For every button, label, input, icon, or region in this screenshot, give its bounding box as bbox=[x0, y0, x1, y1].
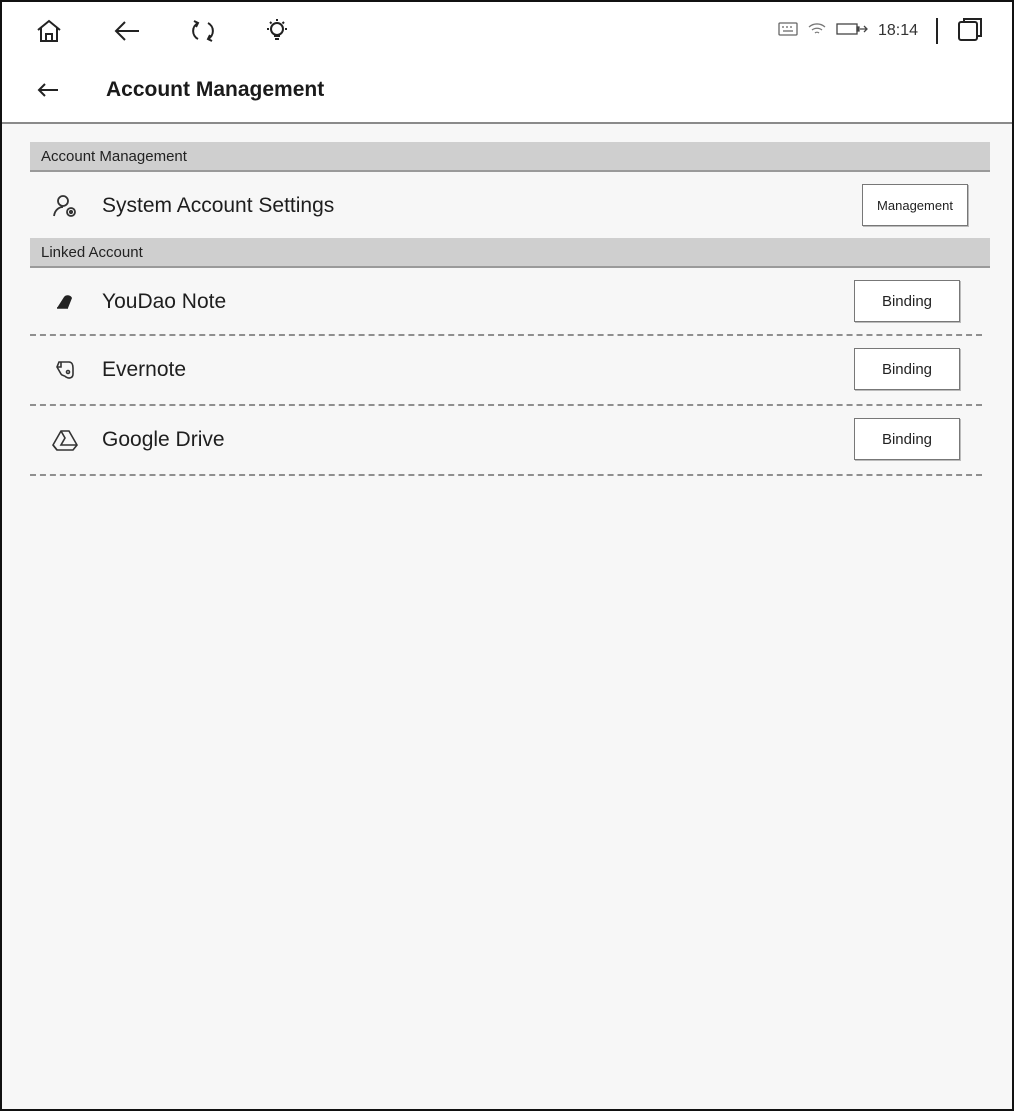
google-drive-icon bbox=[52, 427, 78, 453]
window-icon[interactable] bbox=[956, 16, 984, 47]
binding-button-evernote[interactable]: Binding bbox=[854, 348, 960, 390]
section-header-linked-account: Linked Account bbox=[30, 238, 990, 268]
item-label: Evernote bbox=[102, 358, 187, 381]
list-item-evernote[interactable]: Evernote Binding bbox=[30, 336, 982, 406]
status-area: 18:14 bbox=[778, 16, 984, 46]
status-time: 18:14 bbox=[877, 22, 918, 39]
title-bar: Account Management bbox=[2, 58, 1012, 124]
system-bar: 18:14 bbox=[2, 2, 1012, 58]
user-settings-icon bbox=[52, 193, 78, 219]
binding-button-youdao[interactable]: Binding bbox=[854, 280, 960, 322]
binding-button-google-drive[interactable]: Binding bbox=[854, 418, 960, 460]
settings-list: Account Management System Account Settin… bbox=[30, 142, 990, 476]
list-item-youdao-note[interactable]: YouDao Note Binding bbox=[30, 268, 982, 336]
app-window: 18:14 Account Management Account Managem… bbox=[0, 0, 1014, 1111]
section-header-account-management: Account Management bbox=[30, 142, 990, 172]
page-title: Account Management bbox=[106, 78, 325, 101]
item-label: Google Drive bbox=[102, 428, 225, 451]
list-item-system-account-settings[interactable]: System Account Settings Management bbox=[30, 172, 990, 238]
management-button[interactable]: Management bbox=[862, 184, 968, 226]
refresh-icon[interactable] bbox=[188, 16, 218, 46]
wifi-icon bbox=[808, 22, 826, 41]
evernote-icon bbox=[52, 357, 78, 383]
status-divider bbox=[936, 18, 938, 44]
item-label: YouDao Note bbox=[102, 290, 227, 313]
home-icon[interactable] bbox=[34, 16, 64, 46]
list-item-google-drive[interactable]: Google Drive Binding bbox=[30, 406, 982, 476]
battery-icon bbox=[836, 22, 868, 41]
item-label: System Account Settings bbox=[102, 194, 335, 217]
back-arrow-icon[interactable] bbox=[112, 16, 142, 46]
youdao-icon bbox=[52, 289, 78, 315]
back-arrow-icon[interactable] bbox=[34, 76, 62, 104]
lightbulb-icon[interactable] bbox=[262, 16, 292, 46]
keyboard-icon bbox=[778, 21, 798, 41]
